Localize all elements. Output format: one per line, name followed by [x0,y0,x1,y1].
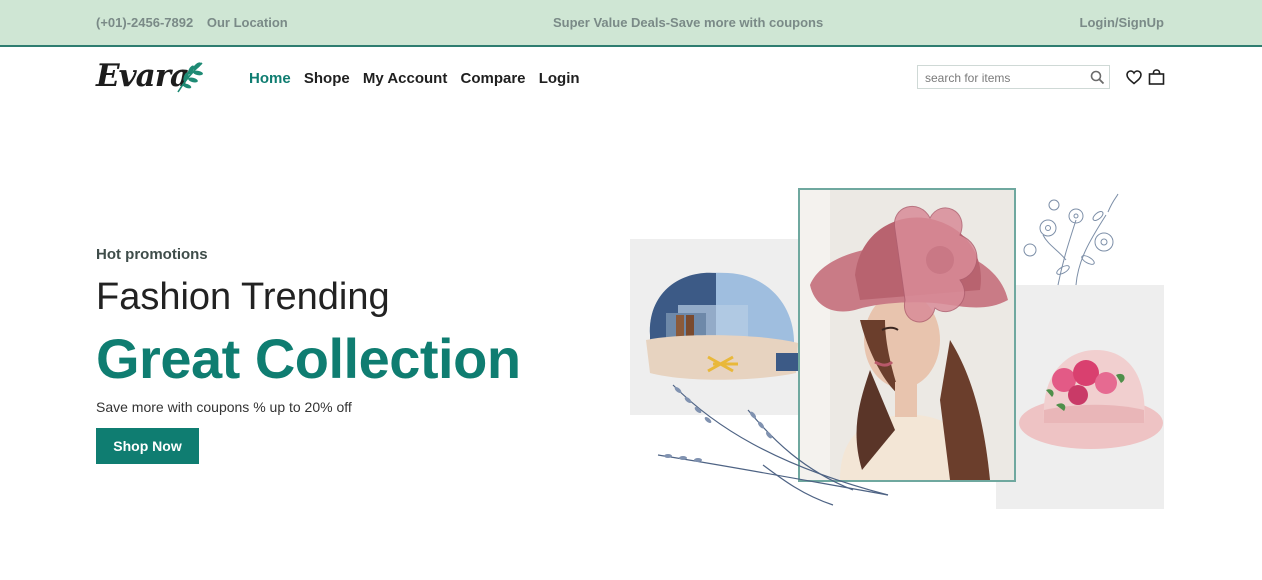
heart-icon[interactable] [1126,70,1142,85]
shop-now-button[interactable]: Shop Now [96,428,199,464]
search-input[interactable] [923,67,1087,89]
nav-home[interactable]: Home [249,70,291,87]
hero-headline: Great Collection [96,327,521,390]
promo-text: Super Value Deals-Save more with coupons [553,15,824,30]
shopping-bag-icon[interactable] [1148,69,1165,85]
nav-compare[interactable]: Compare [461,70,526,87]
pink-floral-hat-image [1019,350,1163,449]
hero-image-collage [628,185,1168,515]
denim-cap-image [646,272,798,380]
location-link[interactable]: Our Location [207,15,288,30]
lavender-sketch-image [657,384,889,506]
nav-my-account[interactable]: My Account [363,70,447,87]
top-bar: (+01)-2456-7892 Our Location Super Value… [0,0,1262,47]
search-box [917,65,1110,89]
nav-login[interactable]: Login [539,70,580,87]
hero-title: Fashion Trending [96,276,390,318]
nav-shope[interactable]: Shope [304,70,350,87]
hero-eyebrow: Hot promotions [96,246,208,263]
login-signup-link[interactable]: Login/SignUp [1080,15,1164,30]
search-icon[interactable] [1090,70,1105,85]
leaf-icon [177,62,203,93]
contact-info: (+01)-2456-7892 Our Location [96,15,298,30]
hero-subtitle: Save more with coupons % up to 20% off [96,399,352,415]
logo[interactable]: Evara [96,58,208,98]
flower-sketch-image [1023,193,1119,286]
main-nav: Home Shope My Account Compare Login [249,70,589,87]
phone-number[interactable]: (+01)-2456-7892 [96,15,193,30]
